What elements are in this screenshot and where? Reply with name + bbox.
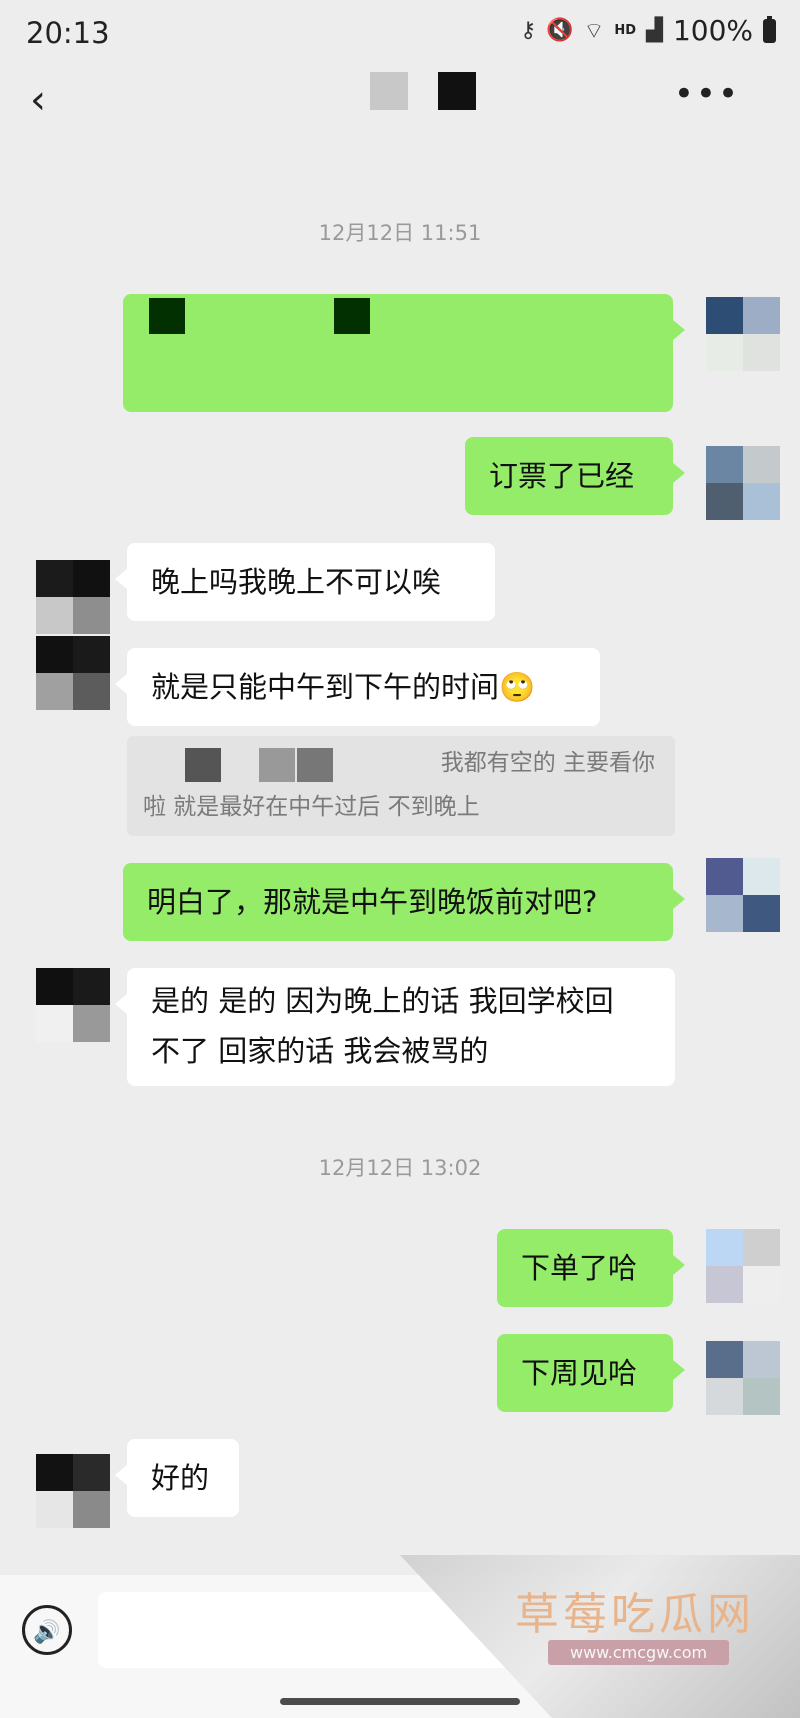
avatar-self[interactable] [706, 297, 780, 371]
message-bubble-received[interactable]: 晚上吗我晚上不可以唉 [115, 543, 495, 621]
status-icons: ⚷ 🔇 ⌔ HD ▟ 100% [520, 14, 776, 47]
title-block-gray [370, 72, 408, 110]
redaction-block [259, 748, 295, 782]
message-bubble-sent[interactable]: 订票了已经 [465, 437, 685, 515]
avatar-contact[interactable] [36, 1454, 110, 1528]
watermark-url: www.cmcgw.com [548, 1640, 730, 1665]
chat-title-redacted [370, 72, 476, 110]
signal-icon: ▟ [646, 18, 663, 43]
redaction-block [149, 298, 185, 334]
timestamp: 12月12日 13:02 [318, 1156, 482, 1180]
avatar-self[interactable] [706, 858, 780, 932]
message-bubble-sent[interactable]: 明白了，那就是中午到晚饭前对吧? [123, 863, 685, 941]
avatar-contact[interactable] [36, 560, 110, 634]
avatar-self[interactable] [706, 446, 780, 520]
message-bubble-sent-redacted[interactable] [123, 294, 685, 412]
battery-percent: 100% [672, 14, 753, 47]
redaction-block [185, 748, 221, 782]
message-bubble-received[interactable]: 好的 [115, 1439, 239, 1517]
message-bubble-received[interactable]: 是的 是的 因为晚上的话 我回学校回 不了 回家的话 我会被骂的 [115, 968, 675, 1086]
status-time: 20:13 [26, 16, 110, 50]
voice-icon[interactable]: 🔊 [22, 1605, 72, 1655]
redaction-block [297, 748, 333, 782]
avatar-contact[interactable] [36, 636, 110, 710]
quote-text-line1: 我都有空的 主要看你 [440, 750, 655, 776]
home-indicator[interactable] [280, 1698, 520, 1705]
message-bubble-sent[interactable]: 下周见哈 [497, 1334, 685, 1412]
network-type: HD [614, 23, 637, 38]
more-dots-icon[interactable]: ••• [674, 74, 740, 114]
timestamp: 12月12日 11:51 [318, 221, 482, 245]
message-line: 是的 是的 因为晚上的话 我回学校回 [151, 984, 614, 1018]
message-line: 不了 回家的话 我会被骂的 [151, 1034, 489, 1068]
watermark-logo: 草莓吃瓜网 [515, 1589, 755, 1640]
redaction-block [334, 298, 370, 334]
key-icon: ⚷ [520, 18, 537, 43]
battery-icon [763, 15, 776, 43]
title-block-black [438, 72, 476, 110]
avatar-self[interactable] [706, 1229, 780, 1303]
quoted-message[interactable]: 我都有空的 主要看你 啦 就是最好在中午过后 不到晚上 [127, 736, 675, 836]
message-bubble-received[interactable]: 就是只能中午到下午的时间🙄 [115, 648, 600, 726]
avatar-contact[interactable] [36, 968, 110, 1042]
mute-icon: 🔇 [546, 18, 574, 43]
chevron-left-icon[interactable]: ‹ [30, 80, 60, 120]
avatar-self[interactable] [706, 1341, 780, 1415]
quote-text-line2: 啦 就是最好在中午过后 不到晚上 [143, 794, 480, 820]
wifi-icon: ⌔ [583, 18, 605, 44]
message-bubble-sent[interactable]: 下单了哈 [497, 1229, 685, 1307]
